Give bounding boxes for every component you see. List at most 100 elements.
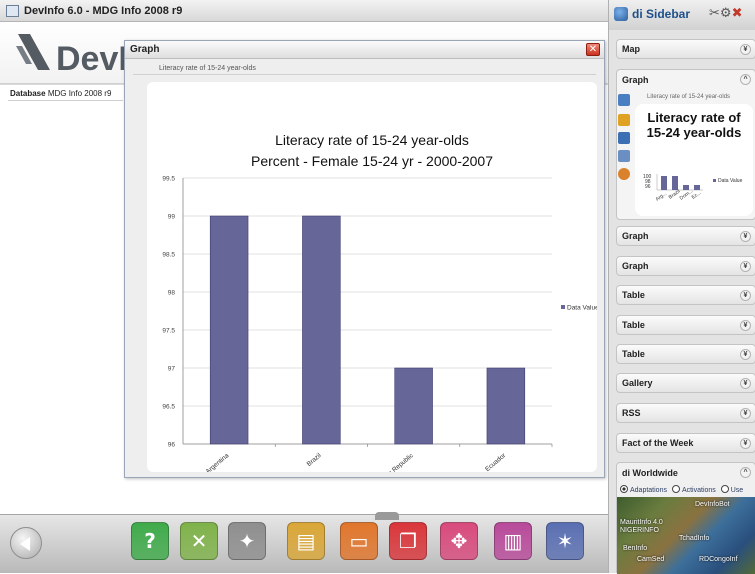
window-title: DevInfo 6.0 - MDG Info 2008 r9: [24, 4, 183, 17]
chevron-up-icon[interactable]: ^: [740, 467, 751, 478]
gear-icon[interactable]: ⚙: [720, 5, 732, 20]
tools-icon[interactable]: ✕: [180, 522, 218, 560]
sidebar-panel-table[interactable]: Table ¥: [616, 285, 755, 305]
close-button[interactable]: ✕: [586, 43, 600, 56]
x-tick-label: Argentina: [205, 452, 231, 472]
left-panel: [8, 100, 123, 510]
chevron-down-icon[interactable]: ¥: [740, 44, 751, 55]
gallery-icon[interactable]: ▤: [287, 522, 325, 560]
sidebar-panel-rss[interactable]: RSS ¥: [616, 403, 755, 423]
x-tick-label: Dominican Republic: [366, 452, 415, 472]
sidebar-panel-graph[interactable]: Graph ¥: [616, 226, 755, 246]
sidebar-panel-map[interactable]: Map ¥: [616, 39, 755, 59]
chevron-down-icon[interactable]: ¥: [740, 231, 751, 242]
panel-label: di Worldwide: [622, 468, 678, 478]
chevron-down-icon[interactable]: ¥: [740, 408, 751, 419]
radio-label: Use: [730, 487, 744, 494]
x-tick-label: Ecuador: [484, 452, 508, 472]
x-tick-label: Brazil: [306, 452, 323, 468]
sidebar-header: di Sidebar ✂⚙✖: [609, 0, 755, 30]
wizard-icon[interactable]: ✦: [228, 522, 266, 560]
chevron-down-icon[interactable]: ¥: [740, 320, 751, 331]
chevron-down-icon[interactable]: ¥: [740, 261, 751, 272]
map-label[interactable]: DevInfoBot: [695, 501, 730, 508]
map-label[interactable]: MauritInfo 4.0: [620, 519, 663, 526]
sidebar-panel-table-2[interactable]: Table ¥: [616, 315, 755, 335]
radio-use[interactable]: [720, 485, 729, 493]
thumb-ytick: 96: [645, 184, 651, 190]
y-tick-label: 97: [168, 366, 176, 373]
graph-dialog: Graph ✕ Literacy rate of 15-24 year-olds…: [124, 40, 605, 478]
chart-type-icon[interactable]: [618, 94, 630, 106]
chevron-down-icon[interactable]: ¥: [740, 378, 751, 389]
radio-adaptations[interactable]: [620, 485, 628, 493]
expanded-panel-header[interactable]: Graph ^: [617, 70, 755, 90]
map-label[interactable]: RDCongoInf: [699, 556, 738, 563]
panels-icon[interactable]: ▥: [494, 522, 532, 560]
globe-icon[interactable]: [618, 168, 630, 180]
map-label[interactable]: BenInfo: [623, 545, 647, 552]
map-label[interactable]: CamSed: [637, 556, 664, 563]
sidebar-tools[interactable]: ✂⚙✖: [709, 5, 742, 21]
map-label[interactable]: NIGERINFO: [620, 527, 659, 534]
data-icon[interactable]: [618, 150, 630, 162]
chart-subtitle: Percent - Female 15-24 yr - 2000-2007: [251, 153, 493, 169]
chart-title: Literacy rate of 15-24 year-olds: [275, 132, 469, 148]
chevron-down-icon[interactable]: ¥: [740, 290, 751, 301]
y-tick-label: 97.5: [162, 328, 175, 335]
database-label-key: Database: [10, 89, 46, 98]
sidebar-panel-table-3[interactable]: Table ¥: [616, 344, 755, 364]
panel-label: Graph: [622, 231, 649, 241]
thumb-bar: [672, 176, 678, 190]
world-map[interactable]: DevInfoBot MauritInfo 4.0 NIGERINFO Tcha…: [617, 497, 755, 574]
sidebar-logo-icon: [614, 7, 628, 21]
y-tick-label: 98.5: [162, 252, 175, 259]
y-tick-label: 99.5: [162, 176, 175, 183]
sidebar-panel-fact-of-the-week[interactable]: Fact of the Week ¥: [616, 433, 755, 453]
panel-label: Gallery: [622, 378, 653, 388]
radio-label: Activations: [681, 487, 716, 494]
chart-thumbnail[interactable]: Literacy rate of 15-24 year-olds 100 98 …: [635, 104, 753, 216]
expanded-subtitle: Literacy rate of 15-24 year-olds: [647, 94, 731, 100]
sidebar-panel-worldwide: di Worldwide ^ Adaptations Activations U…: [616, 462, 755, 574]
thumb-xtick: Arg...: [655, 191, 668, 203]
presentation-icon[interactable]: ▭: [340, 522, 378, 560]
y-tick-label: 98: [168, 290, 176, 297]
dialog-titlebar[interactable]: Graph ✕: [125, 41, 604, 59]
chevron-down-icon[interactable]: ¥: [740, 438, 751, 449]
help-icon[interactable]: ?: [131, 522, 169, 560]
sidebar-panel-graph-2[interactable]: Graph ¥: [616, 256, 755, 276]
chevron-down-icon[interactable]: ¥: [740, 349, 751, 360]
panel-label: Map: [622, 44, 640, 54]
radio-activations[interactable]: [671, 485, 680, 493]
close-icon[interactable]: ✖: [732, 5, 743, 20]
logo-text: DevI: [56, 40, 128, 78]
worldwide-header[interactable]: di Worldwide ^: [617, 463, 755, 483]
back-arrow-icon[interactable]: [10, 527, 42, 559]
panel-label: Table: [622, 320, 645, 330]
y-tick-label: 96.5: [162, 404, 175, 411]
window-titlebar: DevInfo 6.0 - MDG Info 2008 r9: [0, 0, 608, 22]
bar-brazil: [302, 215, 341, 445]
sidebar-panel-gallery[interactable]: Gallery ¥: [616, 373, 755, 393]
bar-chart-icon[interactable]: [618, 114, 630, 126]
bar-chart: Literacy rate of 15-24 year-olds Percent …: [162, 132, 597, 472]
panel-label: RSS: [622, 408, 641, 418]
chart-card: Literacy rate of 15-24 year-olds Percent …: [147, 82, 597, 472]
legend-swatch: [561, 305, 565, 309]
map-label[interactable]: TchadInfo: [679, 535, 709, 542]
thumb-bar: [661, 176, 667, 190]
worldwide-radio-group: Adaptations Activations Use: [620, 485, 743, 494]
panel-label: Table: [622, 290, 645, 300]
chevron-up-icon[interactable]: ^: [740, 74, 751, 85]
network-icon[interactable]: ✶: [546, 522, 584, 560]
toolbar-collapse-handle[interactable]: [375, 512, 399, 520]
bar-argentina: [209, 215, 249, 445]
legend-label: Data Value: [567, 305, 597, 312]
scissors-icon[interactable]: ✂: [709, 5, 720, 20]
database-label: Database MDG Info 2008 r9: [10, 89, 111, 98]
thumb-legend-swatch: [713, 179, 716, 182]
column-icon[interactable]: [618, 132, 630, 144]
pages-icon[interactable]: ❐: [389, 522, 427, 560]
move-icon[interactable]: ✥: [440, 522, 478, 560]
